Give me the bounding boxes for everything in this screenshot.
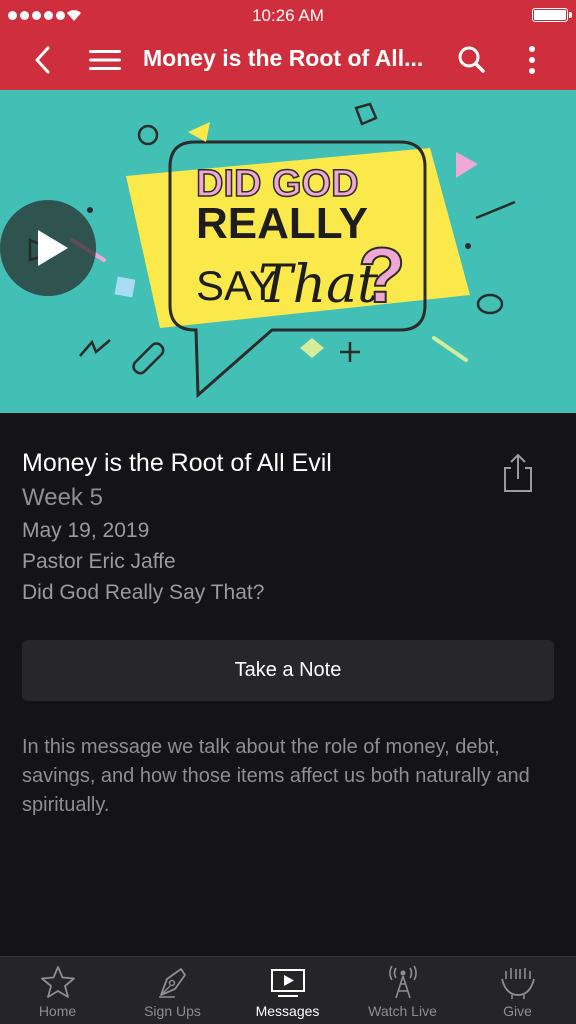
tab-messages[interactable]: Messages xyxy=(230,957,345,1024)
tab-give[interactable]: Give xyxy=(460,957,575,1024)
status-time: 10:26 AM xyxy=(252,6,324,25)
tab-label: Home xyxy=(38,1003,77,1019)
tab-watch-live[interactable]: Watch Live xyxy=(345,957,460,1024)
tab-bar: Home Sign Ups Messages Watch Live Give xyxy=(0,956,576,1024)
back-chevron-icon[interactable] xyxy=(26,42,62,78)
message-description: In this message we talk about the role o… xyxy=(22,736,530,816)
artwork-question-mark: ? xyxy=(358,231,406,319)
status-bar: 10:26 AM xyxy=(0,0,576,30)
play-icon[interactable] xyxy=(0,200,96,296)
star-icon xyxy=(40,966,75,998)
share-icon[interactable] xyxy=(498,451,538,495)
message-details: Money is the Root of All Evil Week 5 May… xyxy=(0,413,576,956)
tab-label: Sign Ups xyxy=(144,1003,201,1019)
tab-label: Watch Live xyxy=(368,1003,437,1019)
page-title: Money is the Root of All... xyxy=(143,45,424,71)
sermon-artwork[interactable]: DID GOD REALLY SAY That ? xyxy=(0,90,576,413)
pen-icon xyxy=(158,968,186,998)
broadcast-icon xyxy=(388,965,417,999)
hamburger-menu-icon[interactable] xyxy=(86,44,124,76)
navigation-bar: Money is the Root of All... xyxy=(0,30,576,90)
artwork-line-2: REALLY xyxy=(196,199,368,248)
tab-label: Give xyxy=(503,1003,532,1019)
tab-label: Messages xyxy=(255,1003,320,1019)
message-series: Did God Really Say That? xyxy=(22,581,265,604)
take-note-button[interactable]: Take a Note xyxy=(22,640,554,701)
message-speaker: Pastor Eric Jaffe xyxy=(22,550,176,573)
more-options-icon[interactable] xyxy=(518,42,546,78)
tab-sign-ups[interactable]: Sign Ups xyxy=(115,957,230,1024)
message-date: May 19, 2019 xyxy=(22,519,150,542)
tab-home[interactable]: Home xyxy=(0,957,115,1024)
battery-icon xyxy=(532,8,572,22)
video-icon xyxy=(270,969,305,997)
hands-icon xyxy=(500,968,535,999)
message-week: Week 5 xyxy=(22,484,103,511)
search-icon[interactable] xyxy=(454,42,490,78)
message-title: Money is the Root of All Evil xyxy=(22,449,332,477)
